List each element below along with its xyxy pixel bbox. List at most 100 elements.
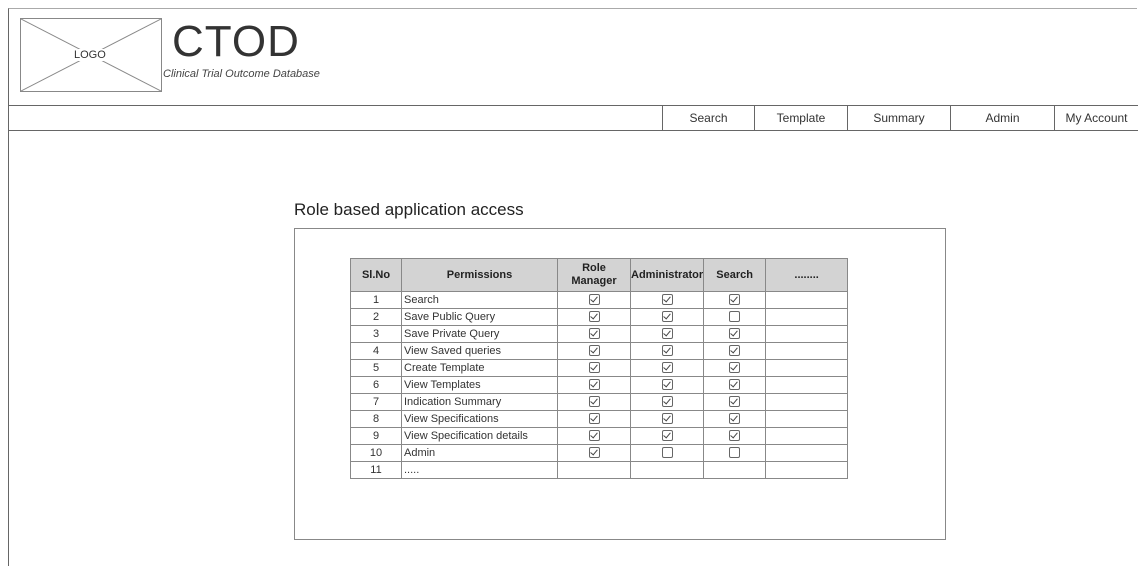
checked-checkbox[interactable] <box>588 362 600 374</box>
cell-more <box>765 291 849 309</box>
header-administrator: Administrator <box>629 258 705 292</box>
cell-role-manager <box>557 308 631 326</box>
cell-search <box>703 393 767 411</box>
checked-checkbox[interactable] <box>661 345 673 357</box>
checked-checkbox[interactable] <box>588 311 600 323</box>
checked-checkbox[interactable] <box>729 328 741 340</box>
permissions-table: Sl.No Permissions Role Manager Administr… <box>350 258 849 479</box>
cell-search <box>703 342 767 360</box>
table-row: 7 Indication Summary <box>350 393 849 411</box>
checked-checkbox[interactable] <box>729 362 741 374</box>
cell-more <box>765 427 849 445</box>
cell-more <box>765 342 849 360</box>
checked-checkbox[interactable] <box>661 362 673 374</box>
cell-role-manager <box>557 410 631 428</box>
checked-checkbox[interactable] <box>588 345 600 357</box>
header-more: ........ <box>765 258 849 292</box>
checked-checkbox[interactable] <box>588 328 600 340</box>
permission-name: Indication Summary <box>401 393 558 411</box>
cell-more <box>765 325 849 343</box>
cell-administrator <box>629 427 705 445</box>
permission-name: View Specification details <box>401 427 558 445</box>
permission-name: Save Public Query <box>401 308 558 326</box>
cell-administrator <box>629 291 705 309</box>
row-number: 4 <box>350 342 402 360</box>
row-number: 8 <box>350 410 402 428</box>
checked-checkbox[interactable] <box>588 396 600 408</box>
cell-search <box>703 291 767 309</box>
cell-role-manager <box>557 325 631 343</box>
checked-checkbox[interactable] <box>588 294 600 306</box>
permission-name: ..... <box>401 461 558 479</box>
cell-administrator <box>629 342 705 360</box>
checked-checkbox[interactable] <box>661 430 673 442</box>
checked-checkbox[interactable] <box>729 396 741 408</box>
top-navigation: Search Template Summary Admin My Account <box>8 105 1138 131</box>
table-row: 11..... <box>350 461 849 479</box>
nav-admin[interactable]: Admin <box>950 106 1054 131</box>
row-number: 5 <box>350 359 402 377</box>
permission-name: View Saved queries <box>401 342 558 360</box>
row-number: 1 <box>350 291 402 309</box>
permission-name: View Templates <box>401 376 558 394</box>
cell-search <box>703 427 767 445</box>
permission-name: Search <box>401 291 558 309</box>
nav-search[interactable]: Search <box>662 106 754 131</box>
cell-more <box>765 359 849 377</box>
cell-role-manager <box>557 393 631 411</box>
checked-checkbox[interactable] <box>661 379 673 391</box>
table-row: 6 View Templates <box>350 376 849 394</box>
row-number: 2 <box>350 308 402 326</box>
cell-role-manager <box>557 444 631 462</box>
checked-checkbox[interactable] <box>729 294 741 306</box>
permission-name: View Specifications <box>401 410 558 428</box>
cell-search <box>703 410 767 428</box>
table-row: 1 Search <box>350 291 849 309</box>
cell-role-manager <box>557 342 631 360</box>
row-number: 6 <box>350 376 402 394</box>
checked-checkbox[interactable] <box>588 447 600 459</box>
checked-checkbox[interactable] <box>588 379 600 391</box>
cell-more <box>765 376 849 394</box>
checked-checkbox[interactable] <box>729 379 741 391</box>
checked-checkbox[interactable] <box>661 311 673 323</box>
table-row: 5 Create Template <box>350 359 849 377</box>
unchecked-checkbox[interactable] <box>729 311 741 323</box>
cell-role-manager <box>557 291 631 309</box>
unchecked-checkbox[interactable] <box>729 447 741 459</box>
cell-administrator <box>629 359 705 377</box>
nav-summary[interactable]: Summary <box>847 106 950 131</box>
row-number: 11 <box>350 461 402 479</box>
cell-search <box>703 308 767 326</box>
cell-administrator <box>629 410 705 428</box>
cell-search <box>703 325 767 343</box>
table-row: 4 View Saved queries <box>350 342 849 360</box>
logo-placeholder: LOGO <box>20 18 162 92</box>
cell-administrator <box>629 444 705 462</box>
cell-administrator <box>629 325 705 343</box>
cell-search <box>703 376 767 394</box>
checked-checkbox[interactable] <box>729 345 741 357</box>
checked-checkbox[interactable] <box>729 430 741 442</box>
nav-template[interactable]: Template <box>754 106 847 131</box>
cell-role-manager <box>557 427 631 445</box>
cell-administrator <box>629 393 705 411</box>
permission-name: Admin <box>401 444 558 462</box>
checked-checkbox[interactable] <box>729 413 741 425</box>
row-number: 9 <box>350 427 402 445</box>
header-permissions: Permissions <box>401 258 558 292</box>
table-row: 9 View Specification details <box>350 427 849 445</box>
checked-checkbox[interactable] <box>661 396 673 408</box>
checked-checkbox[interactable] <box>661 294 673 306</box>
table-row: 3 Save Private Query <box>350 325 849 343</box>
cell-more <box>765 393 849 411</box>
checked-checkbox[interactable] <box>661 413 673 425</box>
checked-checkbox[interactable] <box>588 413 600 425</box>
checked-checkbox[interactable] <box>661 328 673 340</box>
unchecked-checkbox[interactable] <box>661 447 673 459</box>
checked-checkbox[interactable] <box>588 430 600 442</box>
cell-role-manager <box>557 461 631 479</box>
row-number: 7 <box>350 393 402 411</box>
cell-search <box>703 461 767 479</box>
nav-my-account[interactable]: My Account <box>1054 106 1138 131</box>
